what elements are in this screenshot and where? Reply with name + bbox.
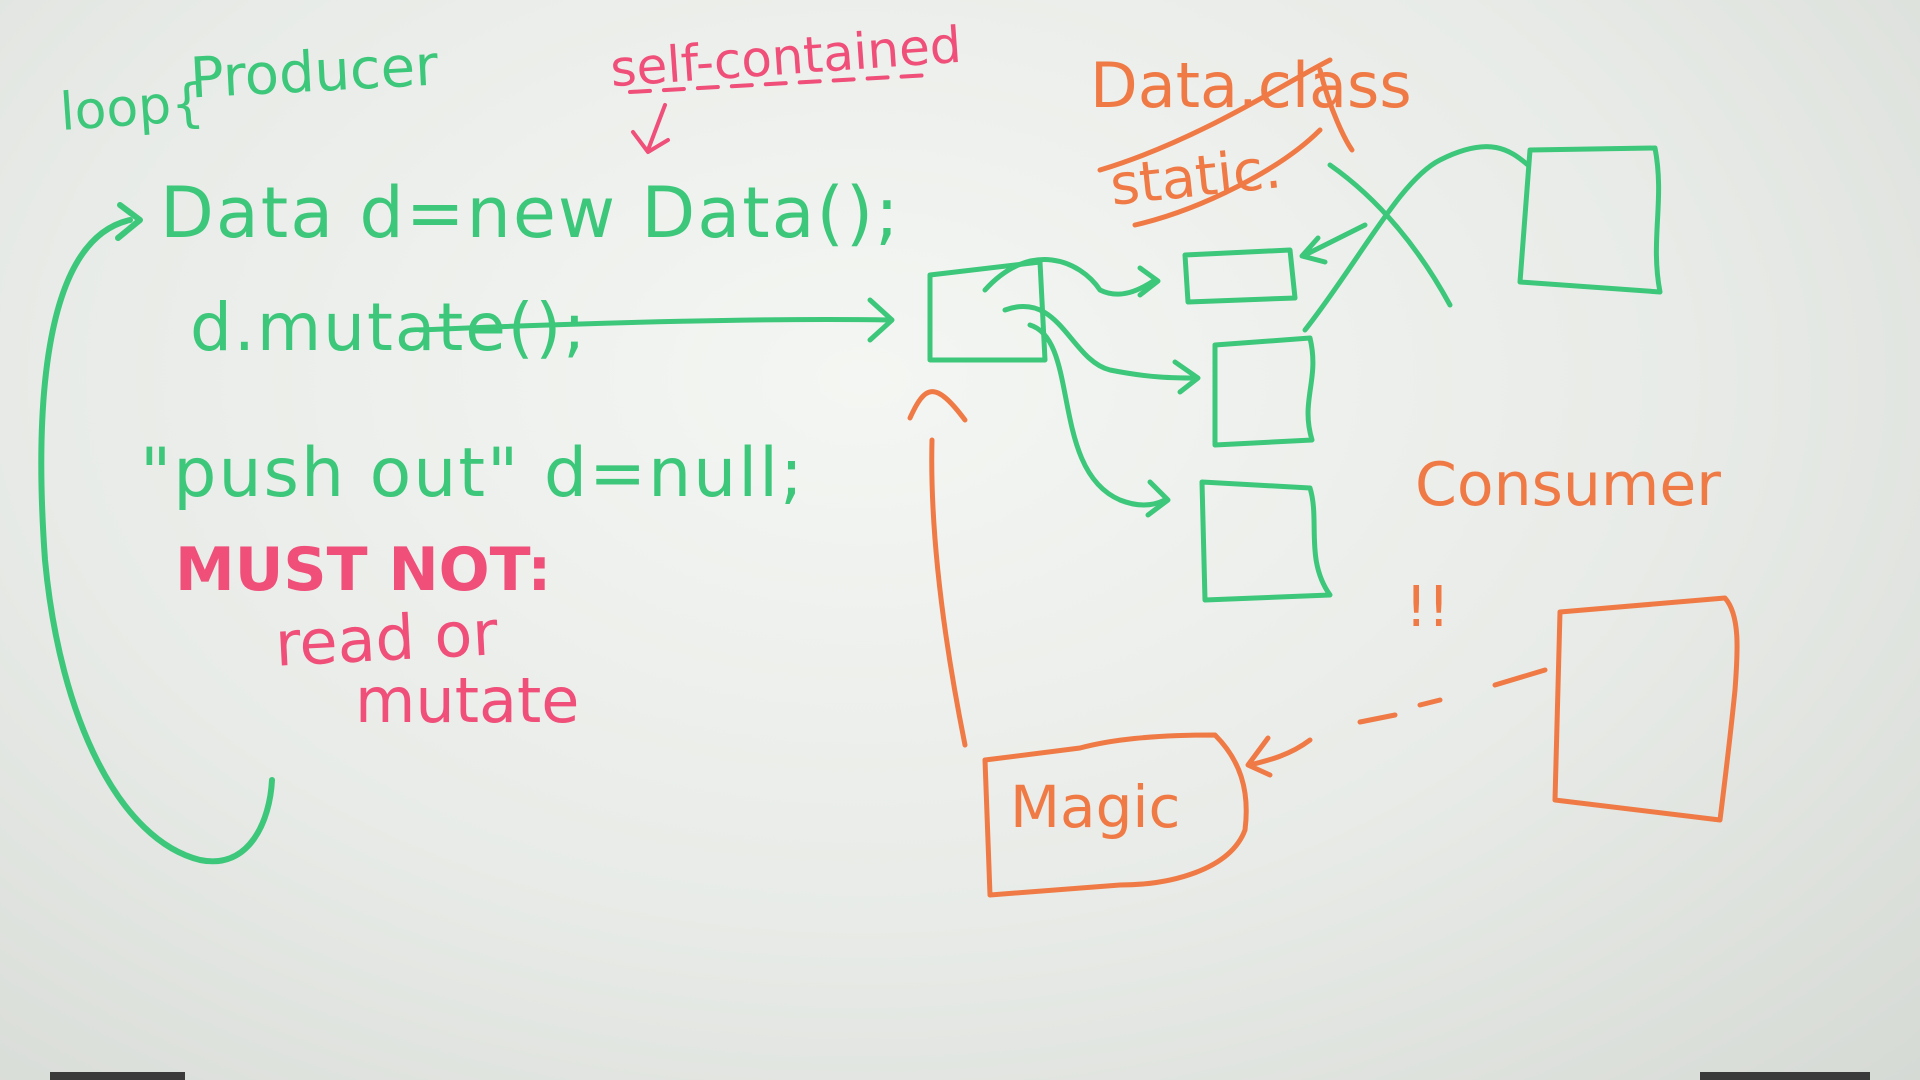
code-line-mutate: d.mutate(); <box>190 289 588 366</box>
target-box-2 <box>1212 335 1316 448</box>
branch-arrow-3-head <box>1145 479 1171 518</box>
code-line-push-out: "push out" d=null; <box>140 434 805 513</box>
consumer-to-magic-dash <box>1357 667 1548 725</box>
board-frame-right <box>1700 1072 1870 1080</box>
producer-title: Producer <box>188 33 440 112</box>
branch-arrow-3 <box>1027 322 1168 508</box>
must-not-mutate: mutate <box>355 664 580 737</box>
consumer-exclaim: !! <box>1405 575 1450 640</box>
target-box-3 <box>1199 479 1333 603</box>
branch-arrow-2 <box>1002 304 1198 381</box>
whiteboard: loop{ Producer Data d=new Data(); d.muta… <box>0 0 1920 1080</box>
consumer-title: Consumer <box>1415 450 1721 520</box>
consumer-to-magic-arrow <box>1245 735 1313 778</box>
magic-label: Magic <box>1010 773 1181 841</box>
must-not-heading: MUST NOT: <box>175 535 552 605</box>
self-contained-arrow <box>631 103 670 154</box>
crossed-data-class: Data.class <box>1090 49 1412 122</box>
producer-data-box <box>927 259 1048 363</box>
top-right-box <box>1517 145 1663 295</box>
target-box-1 <box>1182 247 1298 305</box>
magic-to-producer-arrow <box>929 437 968 748</box>
magic-to-producer-arrow-head <box>907 389 968 423</box>
consumer-box <box>1552 595 1740 823</box>
loop-label: loop{ <box>58 73 207 143</box>
code-line-new-data: Data d=new Data(); <box>160 172 901 254</box>
board-frame-left <box>50 1072 185 1080</box>
